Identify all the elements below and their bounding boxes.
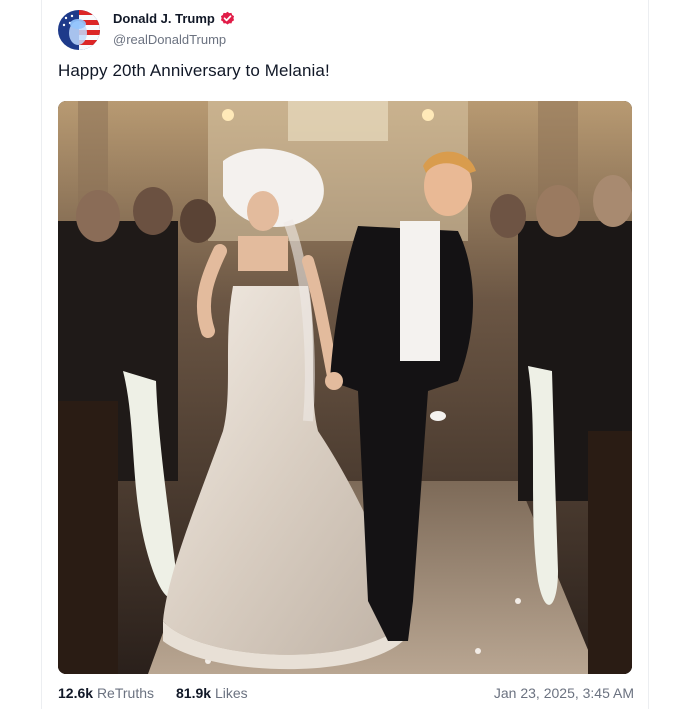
wedding-photo-image — [58, 101, 632, 674]
post-photo[interactable] — [58, 101, 632, 674]
verified-badge-icon — [220, 11, 235, 26]
name-row: Donald J. Trump — [113, 11, 235, 26]
post-text: Happy 20th Anniversary to Melania! — [58, 61, 330, 80]
user-handle[interactable]: @realDonaldTrump — [113, 32, 226, 47]
display-name[interactable]: Donald J. Trump — [113, 11, 215, 26]
avatar[interactable] — [58, 10, 100, 50]
retruths-count: 12.6k — [58, 685, 94, 701]
likes-label: Likes — [214, 685, 248, 701]
avatar-flag-portrait-icon — [58, 10, 100, 50]
post-stats: 12.6k ReTruths 81.9k Likes Jan 23, 2025,… — [58, 685, 634, 703]
likes-stat[interactable]: 81.9k Likes — [176, 685, 248, 701]
retruths-label: ReTruths — [96, 685, 154, 701]
retruths-stat[interactable]: 12.6k ReTruths — [58, 685, 154, 701]
post-card: Donald J. Trump @realDonaldTrump Happy 2… — [41, 0, 649, 709]
likes-count: 81.9k — [176, 685, 212, 701]
post-timestamp[interactable]: Jan 23, 2025, 3:45 AM — [494, 685, 634, 701]
post-header: Donald J. Trump @realDonaldTrump — [58, 10, 618, 50]
